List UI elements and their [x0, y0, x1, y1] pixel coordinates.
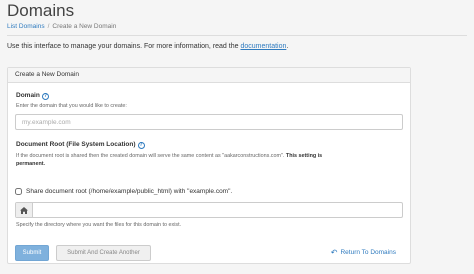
docroot-hint-line-2: permanent. — [16, 161, 45, 167]
docroot-label-row: Document Root (File System Location)? — [16, 141, 145, 149]
panel-heading: Create a New Domain — [8, 68, 410, 83]
docroot-specify-hint: Specify the directory where you want the… — [16, 222, 182, 228]
return-to-domains-link[interactable]: ↶ Return To Domains — [330, 247, 396, 257]
share-docroot-row[interactable]: Share document root (/home/example/publi… — [15, 188, 232, 195]
domain-hint: Enter the domain that you would like to … — [16, 103, 127, 109]
header-divider — [7, 35, 467, 36]
docroot-label: Document Root (File System Location) — [16, 141, 136, 148]
breadcrumb-separator: / — [47, 23, 50, 30]
intro-text-before: Use this interface to manage your domain… — [7, 43, 241, 50]
docroot-input-group — [15, 202, 403, 218]
return-to-domains-label: Return To Domains — [340, 249, 396, 256]
share-docroot-checkbox[interactable] — [15, 188, 22, 195]
docroot-hint-text: If the document root is shared then the … — [16, 153, 286, 159]
question-circle-icon[interactable]: ? — [137, 142, 145, 149]
question-circle-icon[interactable]: ? — [41, 93, 49, 100]
page: Domains List Domains / Create a New Domain… — [0, 0, 474, 274]
documentation-link[interactable]: documentation — [240, 43, 286, 50]
docroot-addon — [16, 203, 33, 217]
breadcrumb-current: Create a New Domain — [52, 23, 117, 30]
domain-label-row: Domain? — [16, 92, 49, 100]
undo-arrow-icon: ↶ — [330, 247, 338, 257]
intro-text-after: . — [286, 43, 289, 50]
intro-text: Use this interface to manage your domain… — [7, 43, 288, 50]
submit-and-create-another-button[interactable]: Submit And Create Another — [56, 245, 151, 261]
page-title: Domains — [7, 1, 75, 20]
domain-label: Domain — [16, 92, 40, 99]
home-icon — [20, 206, 28, 214]
create-domain-panel: Create a New Domain Domain? Enter the do… — [7, 67, 411, 264]
breadcrumb-list-domains-link[interactable]: List Domains — [7, 23, 45, 30]
docroot-input[interactable] — [33, 203, 402, 217]
breadcrumb: List Domains / Create a New Domain — [7, 23, 116, 30]
domain-input[interactable] — [15, 114, 403, 130]
docroot-hint-permanent: permanent. — [16, 161, 46, 167]
submit-button[interactable]: Submit — [15, 245, 49, 261]
docroot-hint-line-1: If the document root is shared then the … — [16, 153, 322, 159]
share-docroot-label: Share document root (/home/example/publi… — [26, 188, 233, 195]
docroot-hint-bold: This setting is — [285, 153, 323, 159]
